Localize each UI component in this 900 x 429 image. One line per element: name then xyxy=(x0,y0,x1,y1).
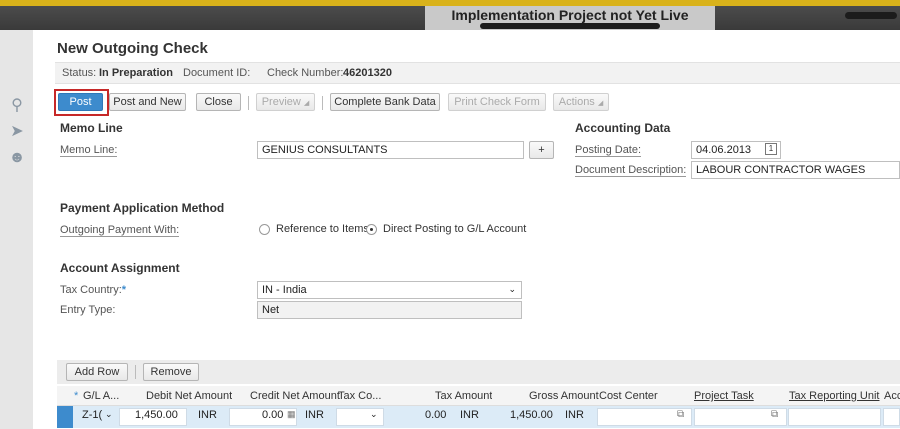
gl-account-cell[interactable]: Z-1( xyxy=(82,409,102,425)
status-bar: Status: In Preparation Document ID: Chec… xyxy=(55,62,900,84)
column-cost-center[interactable]: Cost Center xyxy=(599,390,658,402)
status-label: Status: xyxy=(62,67,97,79)
check-number-value: 46201320 xyxy=(343,67,392,79)
remove-button[interactable]: Remove xyxy=(143,363,199,381)
column-gross-amount[interactable]: Gross Amount xyxy=(529,390,599,402)
column-tax-amount[interactable]: Tax Amount xyxy=(435,390,492,402)
page-title: New Outgoing Check xyxy=(57,40,208,57)
posting-date-label: Posting Date: xyxy=(575,144,642,157)
accounting-data-section-title: Accounting Data xyxy=(575,121,671,135)
column-tax-code[interactable]: Tax Co... xyxy=(338,390,381,402)
memo-line-section-title: Memo Line xyxy=(60,121,123,135)
tax-amount-value: 0.00 xyxy=(425,409,447,421)
payment-method-section-title: Payment Application Method xyxy=(60,201,225,215)
gross-currency: INR xyxy=(565,409,584,421)
reference-to-items-radio[interactable] xyxy=(259,224,270,235)
credit-amount-value: 0.00 xyxy=(262,409,284,421)
outgoing-payment-label: Outgoing Payment With: xyxy=(60,224,180,237)
tax-country-label-text: Tax Country: xyxy=(60,284,122,296)
search-icon[interactable]: ⚲ xyxy=(7,96,27,116)
preview-button[interactable]: Preview ◢ xyxy=(256,93,315,111)
people-icon[interactable]: ☻ xyxy=(7,148,27,168)
dropdown-icon: ◢ xyxy=(303,100,310,107)
required-icon: * xyxy=(121,284,127,296)
document-description-label: Document Description: xyxy=(575,164,687,177)
new-outgoing-check-dialog: New Outgoing Check Status: In Preparatio… xyxy=(33,30,900,429)
add-memo-button[interactable]: + xyxy=(529,141,554,159)
close-button[interactable]: Close xyxy=(196,93,241,111)
preview-label: Preview xyxy=(261,96,301,108)
tax-country-select[interactable]: IN - India ⌄ xyxy=(257,281,522,299)
table-header: * G/L A... Debit Net Amount Credit Net A… xyxy=(57,386,900,406)
table-row[interactable]: Z-1( ⌄ 1,450.00 INR 0.00 ▦ INR ⌄ 0.00 IN… xyxy=(57,406,900,428)
direct-posting-label: Direct Posting to G/L Account xyxy=(383,223,527,235)
actions-label: Actions xyxy=(558,96,595,108)
entry-type-field: Net xyxy=(257,301,522,319)
acc-input[interactable] xyxy=(883,408,900,426)
table-toolbar: Add Row Remove xyxy=(57,360,900,384)
required-icon: * xyxy=(74,390,79,402)
debit-currency: INR xyxy=(198,409,217,421)
left-nav-strip: ⚲ ➤ ☻ xyxy=(0,30,33,429)
chevron-down-icon: ⌄ xyxy=(370,409,378,419)
actions-button[interactable]: Actions ◢ xyxy=(553,93,609,111)
account-assignment-section-title: Account Assignment xyxy=(60,261,180,275)
status-value: In Preparation xyxy=(99,67,173,79)
memo-line-label: Memo Line: xyxy=(60,144,118,157)
dropdown-icon: ◢ xyxy=(597,100,604,107)
tax-country-value: IN - India xyxy=(262,284,307,296)
tax-reporting-unit-input[interactable] xyxy=(788,408,881,426)
post-button[interactable]: Post xyxy=(58,93,103,111)
add-row-button[interactable]: Add Row xyxy=(66,363,128,381)
posting-date-value: 04.06.2013 xyxy=(696,144,752,156)
tax-currency: INR xyxy=(460,409,479,421)
redaction-mark xyxy=(480,23,660,29)
debit-amount-value: 1,450.00 xyxy=(135,409,178,421)
row-selector[interactable] xyxy=(57,406,73,428)
chevron-down-icon: ⌄ xyxy=(508,284,516,294)
document-description-input[interactable]: LABOUR CONTRACTOR WAGES xyxy=(691,161,900,179)
document-id-label: Document ID: xyxy=(183,67,251,79)
pin-icon[interactable]: ➤ xyxy=(7,122,27,142)
print-check-form-button[interactable]: Print Check Form xyxy=(448,93,546,111)
column-project-task[interactable]: Project Task xyxy=(694,390,754,402)
gross-amount-value: 1,450.00 xyxy=(510,409,553,421)
tax-country-label: Tax Country:* xyxy=(60,284,126,296)
calendar-icon[interactable]: 1 xyxy=(765,143,777,155)
value-help-icon[interactable]: ⧉ xyxy=(771,409,778,425)
memo-line-input[interactable]: GENIUS CONSULTANTS xyxy=(257,141,524,159)
value-help-icon[interactable]: ⧉ xyxy=(677,409,684,425)
entry-type-label: Entry Type: xyxy=(60,304,116,316)
credit-currency: INR xyxy=(305,409,324,421)
system-banner-text: Implementation Project not Yet Live xyxy=(451,7,689,23)
reference-to-items-label: Reference to Items xyxy=(276,223,369,235)
calculator-icon[interactable]: ▦ xyxy=(287,409,296,425)
toolbar-separator xyxy=(248,96,249,110)
column-gl-account[interactable]: G/L A... xyxy=(83,390,123,402)
column-tax-reporting-unit[interactable]: Tax Reporting Unit xyxy=(789,390,880,402)
check-number-label: Check Number: xyxy=(267,67,344,79)
chevron-down-icon[interactable]: ⌄ xyxy=(105,409,113,425)
redaction-mark xyxy=(845,12,897,19)
column-debit[interactable]: Debit Net Amount xyxy=(146,390,232,402)
post-and-new-button[interactable]: Post and New xyxy=(109,93,186,111)
column-credit[interactable]: Credit Net Amount xyxy=(250,390,340,402)
complete-bank-data-button[interactable]: Complete Bank Data xyxy=(330,93,440,111)
toolbar-separator xyxy=(135,365,136,379)
direct-posting-radio[interactable] xyxy=(366,224,377,235)
toolbar-separator xyxy=(322,96,323,110)
column-acc[interactable]: Acc xyxy=(884,390,900,402)
